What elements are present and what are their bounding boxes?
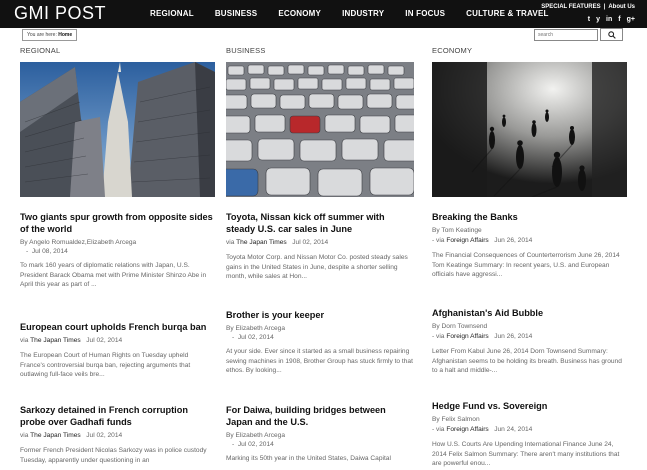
article-source-link[interactable]: The Japan Times: [236, 239, 287, 246]
section-label-business[interactable]: BUSINESS: [226, 46, 414, 58]
top-nav-bar: GMI POST REGIONAL BUSINESS ECONOMY INDUS…: [0, 0, 647, 28]
about-us-link[interactable]: About Us: [608, 4, 635, 10]
article-excerpt: At your side. Ever since it started as a…: [226, 348, 413, 374]
top-links-separator: |: [603, 4, 606, 10]
article-excerpt: To mark 160 years of diplomatic relation…: [20, 262, 207, 288]
article-source-link[interactable]: Foreign Affairs: [446, 237, 488, 244]
search-icon: [607, 30, 616, 39]
social-links: t y in f g+: [588, 16, 635, 23]
article-byline: By Angelo Romualdez,Elizabeth Arcega: [20, 239, 137, 246]
nav-item-business[interactable]: BUSINESS: [215, 9, 258, 18]
article-excerpt: How U.S. Courts Are Upending Internation…: [432, 441, 620, 467]
article-via: via: [20, 337, 29, 344]
facebook-icon[interactable]: f: [618, 16, 620, 23]
article-date: - Jul 02, 2014: [232, 441, 274, 448]
article-card: Afghanistan's Aid Bubble By Dorn Townsen…: [432, 307, 627, 376]
article-card: Toyota, Nissan kick off summer with stea…: [226, 211, 414, 282]
article-byline: By Tom Keatinge: [432, 227, 482, 234]
search-input[interactable]: [534, 29, 598, 41]
article-card: Hedge Fund vs. Sovereign By Felix Salmon…: [432, 400, 627, 469]
breadcrumb-prefix: You are here:: [27, 32, 57, 38]
article-excerpt: Former French President Nicolas Sarkozy …: [20, 447, 207, 464]
article-title[interactable]: Brother is your keeper: [226, 309, 414, 321]
youtube-icon[interactable]: y: [596, 16, 600, 23]
article-date-value: Jun 24, 2014: [494, 426, 533, 433]
article-title[interactable]: Toyota, Nissan kick off summer with stea…: [226, 211, 414, 235]
business-column: BUSINESS Toyota, Nissan kick off summer …: [226, 46, 414, 462]
article-date-value: Jun 26, 2014: [494, 237, 533, 244]
article-excerpt: The European Court of Human Rights on Tu…: [20, 352, 191, 378]
regional-column: REGIONAL Two giants spur growth from opp…: [20, 46, 215, 464]
article-source: via The Japan Times Jul 02, 2014: [20, 336, 215, 345]
article-source: - via Foreign Affairs Jun 26, 2014: [432, 236, 627, 245]
google-plus-icon[interactable]: g+: [627, 16, 635, 23]
article-excerpt: The Financial Consequences of Counterter…: [432, 252, 620, 278]
twitter-icon[interactable]: t: [588, 16, 590, 23]
main-nav: REGIONAL BUSINESS ECONOMY INDUSTRY IN FO…: [150, 9, 570, 18]
article-source-link[interactable]: Foreign Affairs: [446, 426, 488, 433]
article-card: For Daiwa, building bridges between Japa…: [226, 404, 414, 464]
article-source: - via Foreign Affairs Jun 26, 2014: [432, 332, 627, 341]
article-date-value: Jul 02, 2014: [86, 432, 123, 439]
article-byline: By Felix Salmon: [432, 416, 480, 423]
article-source-link[interactable]: The Japan Times: [30, 432, 81, 439]
article-date-value: Jun 26, 2014: [494, 333, 533, 340]
article-card: Sarkozy detained in French corruption pr…: [20, 404, 215, 465]
article-excerpt: Letter From Kabul June 26, 2014 Dorn Tow…: [432, 348, 622, 374]
parked-cars-image[interactable]: [226, 62, 414, 197]
article-excerpt: Marking its 50th year in the United Stat…: [226, 455, 391, 462]
article-byline: By Elizabeth Arcega: [226, 325, 286, 332]
article-source: via The Japan Times Jul 02, 2014: [226, 238, 414, 247]
section-label-regional[interactable]: REGIONAL: [20, 46, 215, 58]
article-title[interactable]: European court upholds French burqa ban: [20, 321, 215, 333]
article-date-value: Jul 02, 2014: [292, 239, 329, 246]
top-links: SPECIAL FEATURES | About Us: [541, 4, 635, 10]
article-via: via: [226, 239, 235, 246]
economy-column: ECONOMY Breaking the Banks By Tom Keatin…: [432, 46, 627, 467]
article-card: Brother is your keeper By Elizabeth Arce…: [226, 309, 414, 376]
breadcrumb-home[interactable]: Home: [58, 32, 72, 38]
nav-item-culture-travel[interactable]: CULTURE & TRAVEL: [466, 9, 548, 18]
pedestrians-image[interactable]: [432, 62, 627, 197]
nav-item-economy[interactable]: ECONOMY: [278, 9, 321, 18]
search-button[interactable]: [600, 28, 623, 41]
article-byline: By Elizabeth Arcega: [226, 432, 286, 439]
article-card: Breaking the Banks By Tom Keatinge - via…: [432, 211, 627, 280]
nav-item-in-focus[interactable]: IN FOCUS: [405, 9, 445, 18]
article-source: - via Foreign Affairs Jun 24, 2014: [432, 425, 627, 434]
site-logo[interactable]: GMI POST: [14, 3, 106, 24]
article-source: via The Japan Times Jul 02, 2014: [20, 431, 215, 440]
skyscrapers-image[interactable]: [20, 62, 215, 197]
article-title[interactable]: Breaking the Banks: [432, 211, 627, 223]
special-features-link[interactable]: SPECIAL FEATURES: [541, 4, 600, 10]
article-via: - via: [432, 333, 445, 340]
article-date-value: Jul 02, 2014: [86, 337, 123, 344]
linkedin-icon[interactable]: in: [606, 16, 612, 23]
nav-item-regional[interactable]: REGIONAL: [150, 9, 194, 18]
article-title[interactable]: Afghanistan's Aid Bubble: [432, 307, 627, 319]
article-title[interactable]: Two giants spur growth from opposite sid…: [20, 211, 215, 235]
article-byline: By Dorn Townsend: [432, 323, 488, 330]
article-card: European court upholds French burqa ban …: [20, 321, 215, 380]
article-source-link[interactable]: The Japan Times: [30, 337, 81, 344]
section-label-economy[interactable]: ECONOMY: [432, 46, 627, 58]
article-date-value: Jul 02, 2014: [237, 441, 274, 448]
article-title[interactable]: For Daiwa, building bridges between Japa…: [226, 404, 414, 428]
article-via: via: [20, 432, 29, 439]
article-via: - via: [432, 237, 445, 244]
nav-item-industry[interactable]: INDUSTRY: [342, 9, 384, 18]
article-date-value: Jul 02, 2014: [237, 334, 274, 341]
breadcrumb: You are here: Home: [22, 29, 78, 41]
article-date: - Jul 08, 2014: [26, 248, 68, 255]
article-card: Two giants spur growth from opposite sid…: [20, 211, 215, 290]
article-source-link[interactable]: Foreign Affairs: [446, 333, 488, 340]
article-date: - Jul 02, 2014: [232, 334, 274, 341]
article-excerpt: Toyota Motor Corp. and Nissan Motor Co. …: [226, 254, 408, 280]
article-date-value: Jul 08, 2014: [31, 248, 68, 255]
article-title[interactable]: Sarkozy detained in French corruption pr…: [20, 404, 215, 428]
article-via: - via: [432, 426, 445, 433]
article-title[interactable]: Hedge Fund vs. Sovereign: [432, 400, 627, 412]
